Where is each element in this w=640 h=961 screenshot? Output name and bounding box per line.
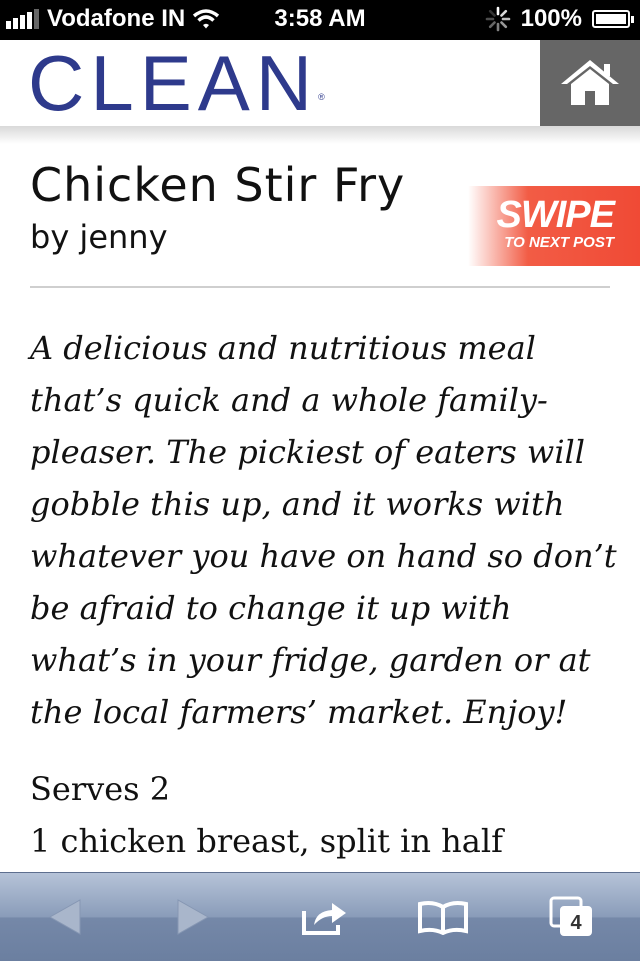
status-bar: Vodafone IN 3:58 AM 100%: [0, 0, 640, 40]
bookmarks-icon: [418, 901, 468, 935]
title-divider: [30, 286, 610, 288]
post-intro: A delicious and nutritious meal that’s q…: [30, 329, 617, 731]
tabs-icon: 4: [549, 896, 592, 936]
logo-registered-mark: ®: [318, 92, 325, 102]
swipe-label: SWIPE: [496, 194, 615, 236]
share-button[interactable]: [290, 873, 360, 961]
browser-toolbar: 4: [0, 872, 640, 961]
post-title: Chicken Stir Fry: [30, 158, 406, 212]
forward-button[interactable]: [158, 873, 228, 961]
post-byline: by jenny: [30, 218, 168, 256]
back-button[interactable]: [30, 873, 100, 961]
share-icon: [302, 903, 346, 935]
forward-arrow-icon: [177, 899, 210, 935]
swipe-to-next-post-badge[interactable]: SWIPE TO NEXT POST: [468, 186, 640, 266]
ingredient-item: 1 chicken breast, split in half: [30, 822, 503, 860]
header-shadow: [0, 126, 640, 144]
site-logo[interactable]: CLEAN®: [28, 40, 325, 126]
home-icon: [561, 60, 619, 105]
status-right: 100%: [485, 5, 634, 33]
battery-percent: 100%: [520, 5, 582, 32]
tabs-button[interactable]: 4: [536, 873, 606, 961]
bookmarks-button[interactable]: [408, 873, 478, 961]
swipe-sublabel: TO NEXT POST: [504, 234, 614, 251]
serves-line: Serves 2: [30, 770, 171, 808]
back-arrow-icon: [48, 899, 81, 935]
battery-icon: [592, 10, 634, 28]
activity-spinner-icon: [485, 6, 510, 32]
site-header: CLEAN®: [0, 40, 640, 126]
tabs-count: 4: [570, 912, 582, 934]
home-button[interactable]: [540, 40, 640, 126]
logo-text: CLEAN: [28, 39, 319, 127]
